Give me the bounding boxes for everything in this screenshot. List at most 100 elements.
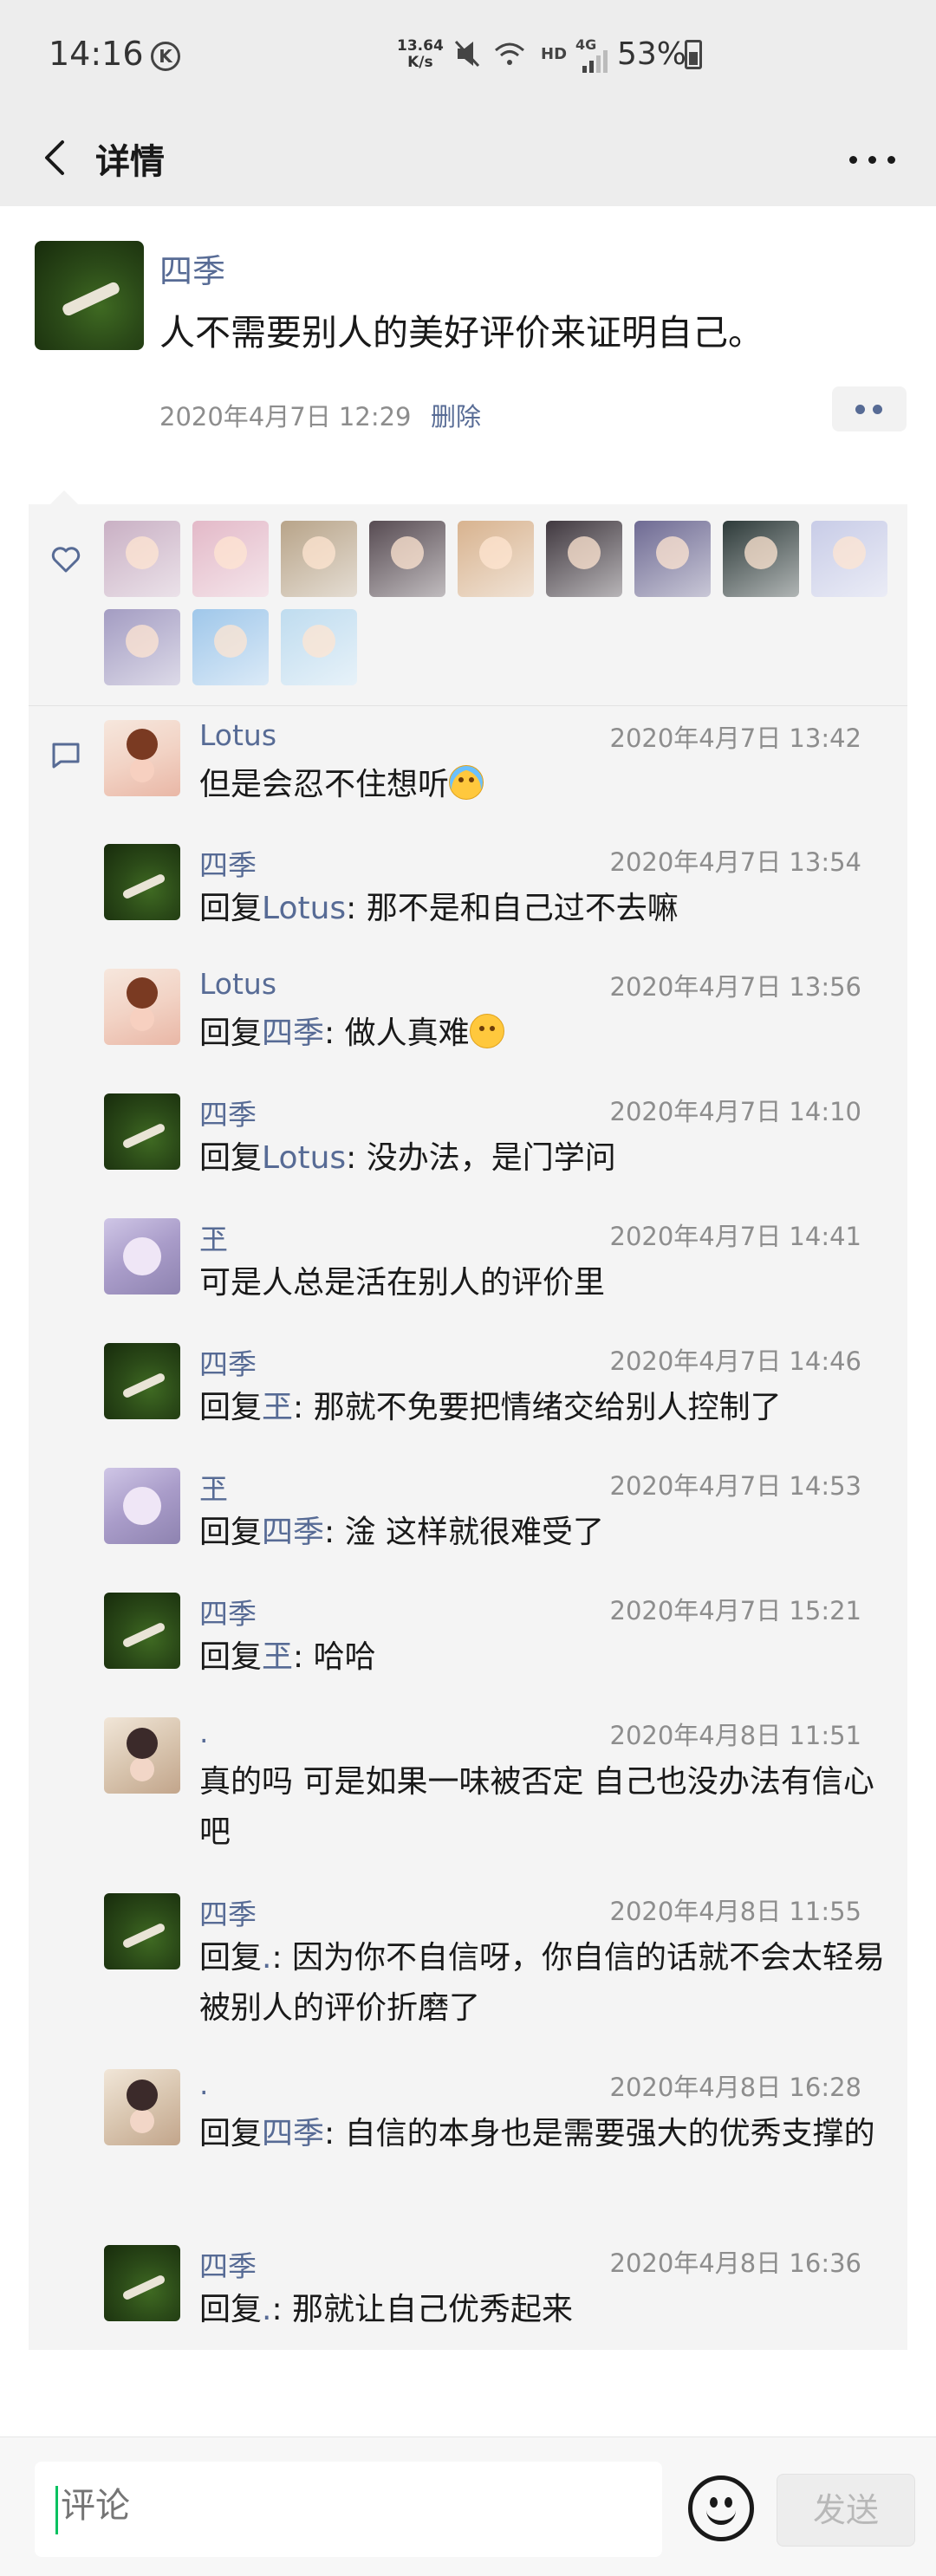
comment-text[interactable]: 回复Lotus: 那不是和自己过不去嘛	[199, 884, 889, 934]
reply-to-name[interactable]: 四季	[262, 1515, 324, 1550]
heart-outline-icon	[50, 544, 81, 575]
like-avatar[interactable]	[281, 521, 357, 597]
like-avatar[interactable]	[458, 521, 534, 597]
like-avatar[interactable]	[104, 521, 180, 597]
hd-label: HD	[541, 45, 568, 63]
comment-time: 2020年4月7日 13:42	[609, 723, 862, 753]
reply-separator: :	[346, 1140, 367, 1176]
comment-time: 2020年4月7日 14:46	[609, 1346, 862, 1376]
reply-to-name[interactable]: Lotus	[262, 1140, 346, 1176]
reply-to-name[interactable]: 四季	[262, 1015, 324, 1051]
comment-author[interactable]: Lotus	[199, 967, 276, 1001]
reply-separator: :	[271, 2292, 293, 2327]
comment-time: 2020年4月7日 13:54	[609, 847, 862, 877]
reply-to-name[interactable]: 玊	[262, 1390, 293, 1425]
network-speed: 13.64 K/s	[397, 38, 444, 71]
comment-input[interactable]	[61, 2486, 650, 2526]
reply-to-name[interactable]: .	[262, 1940, 271, 1976]
like-avatar[interactable]	[723, 521, 799, 597]
delete-link[interactable]: 删除	[431, 397, 481, 433]
comment-author[interactable]: .	[199, 2067, 209, 2101]
comment-avatar[interactable]	[104, 720, 180, 796]
send-button[interactable]: 发送	[777, 2474, 915, 2547]
comment-author[interactable]: 玊	[199, 1217, 228, 1258]
reply-separator: :	[346, 891, 367, 926]
comment-text[interactable]: 回复四季: 做人真难	[199, 1009, 889, 1059]
back-button[interactable]	[31, 132, 83, 184]
reply-prefix: 回复	[199, 1140, 263, 1176]
post-action-button[interactable]	[832, 386, 907, 431]
comment-text[interactable]: 回复玊: 那就不免要把情绪交给别人控制了	[199, 1383, 889, 1433]
comment-author[interactable]: 四季	[199, 1341, 257, 1383]
comment-author[interactable]: 四季	[199, 1891, 257, 1933]
comment-time: 2020年4月8日 11:51	[609, 1721, 862, 1750]
reply-prefix: 回复	[199, 2292, 263, 2327]
comment-avatar[interactable]	[104, 1468, 180, 1544]
comment-text[interactable]: 回复Lotus: 没办法，是门学问	[199, 1133, 889, 1184]
post-author-name[interactable]: 四季	[159, 244, 225, 292]
comment-body: 自信的本身也是需要强大的优秀支撑的	[344, 2116, 875, 2151]
page-title: 详情	[95, 142, 165, 182]
smiley-icon[interactable]	[688, 2475, 754, 2541]
comment-bubble-icon	[50, 739, 81, 770]
post-text: 人不需要别人的美好评价来证明自己。	[159, 312, 764, 354]
comment-time: 2020年4月8日 16:28	[609, 2073, 862, 2102]
status-time: 14:16	[49, 35, 144, 73]
comment-text[interactable]: 可是人总是活在别人的评价里	[199, 1258, 889, 1308]
like-avatar[interactable]	[546, 521, 622, 597]
reply-to-name[interactable]: .	[262, 2292, 271, 2327]
reply-to-name[interactable]: 四季	[262, 2116, 324, 2151]
comment-avatar[interactable]	[104, 1343, 180, 1419]
battery-percent: 53%	[617, 36, 687, 72]
like-avatar[interactable]	[192, 609, 269, 685]
like-avatar[interactable]	[811, 521, 887, 597]
comment-input-box[interactable]	[35, 2462, 662, 2557]
like-avatar[interactable]	[281, 609, 357, 685]
reply-separator: :	[324, 1515, 345, 1550]
comment-author[interactable]: 四季	[199, 1092, 257, 1133]
post-author-avatar[interactable]	[35, 241, 144, 350]
cry-emoji-icon	[449, 765, 484, 800]
comment-body: 可是人总是活在别人的评价里	[199, 1265, 606, 1301]
comment-avatar[interactable]	[104, 844, 180, 920]
comment-author[interactable]: 四季	[199, 2243, 257, 2285]
comment-time: 2020年4月7日 14:53	[609, 1471, 862, 1501]
reply-prefix: 回复	[199, 1639, 263, 1675]
comment-avatar[interactable]	[104, 969, 180, 1045]
comment-text[interactable]: 回复四季: 淦 这样就很难受了	[199, 1508, 889, 1558]
comment-body: 那就不免要把情绪交给别人控制了	[313, 1390, 782, 1425]
comment-text[interactable]: 但是会忍不住想听	[199, 760, 889, 810]
mute-icon	[454, 40, 524, 68]
comment-author[interactable]: 四季	[199, 842, 257, 884]
comment-avatar[interactable]	[104, 1593, 180, 1669]
comment-text[interactable]: 回复.: 因为你不自信呀，你自信的话就不会太轻易被别人的评价折磨了	[199, 1933, 889, 2034]
comment-time: 2020年4月8日 16:36	[609, 2248, 862, 2278]
comment-avatar[interactable]	[104, 2245, 180, 2321]
like-avatar[interactable]	[104, 609, 180, 685]
comment-body: 哈哈	[313, 1639, 376, 1675]
comment-avatar[interactable]	[104, 1717, 180, 1794]
comment-avatar[interactable]	[104, 2069, 180, 2145]
comment-avatar[interactable]	[104, 1093, 180, 1170]
comment-bar: 发送	[0, 2436, 936, 2576]
comment-author[interactable]: 四季	[199, 1591, 257, 1632]
comment-text[interactable]: 回复.: 那就让自己优秀起来	[199, 2285, 889, 2335]
comment-author[interactable]: 玊	[199, 1466, 228, 1508]
like-avatar[interactable]	[192, 521, 269, 597]
two-dots-icon	[873, 405, 882, 414]
more-button[interactable]	[837, 135, 907, 184]
comment-time: 2020年4月7日 14:41	[609, 1222, 862, 1251]
reply-prefix: 回复	[199, 2116, 263, 2151]
like-avatar[interactable]	[369, 521, 445, 597]
comment-text[interactable]: 回复玊: 哈哈	[199, 1632, 889, 1683]
reply-separator: :	[271, 1940, 293, 1976]
comment-avatar[interactable]	[104, 1218, 180, 1294]
comment-author[interactable]: Lotus	[199, 718, 276, 752]
reply-to-name[interactable]: 玊	[262, 1639, 293, 1675]
reply-to-name[interactable]: Lotus	[262, 891, 346, 926]
comment-author[interactable]: .	[199, 1716, 209, 1749]
comment-text[interactable]: 回复四季: 自信的本身也是需要强大的优秀支撑的	[199, 2109, 889, 2159]
comment-avatar[interactable]	[104, 1893, 180, 1969]
comment-text[interactable]: 真的吗 可是如果一味被否定 自己也没办法有信心吧	[199, 1757, 889, 1858]
like-avatar[interactable]	[634, 521, 711, 597]
